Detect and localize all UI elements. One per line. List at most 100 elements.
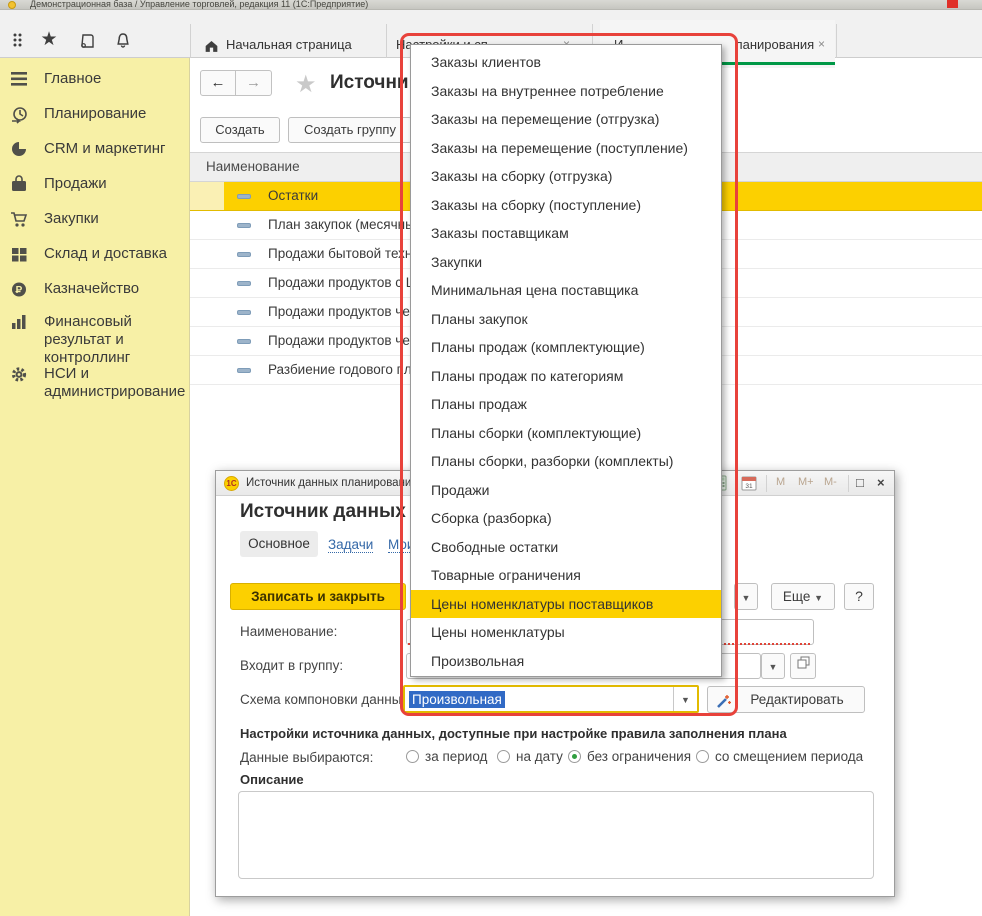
tab-divider <box>836 24 837 58</box>
create-button[interactable]: Создать <box>200 117 280 143</box>
annotation-red-marker <box>947 0 958 8</box>
sidebar: Главное Планирование CRM и маркетинг Про… <box>0 58 190 916</box>
group-dropdown-button[interactable]: ▼ <box>761 653 785 679</box>
dropdown-item[interactable]: Произвольная <box>411 647 721 676</box>
dropdown-item[interactable]: Цены номенклатуры <box>411 618 721 647</box>
dropdown-item[interactable]: Сборка (разборка) <box>411 504 721 533</box>
dropdown-item[interactable]: Закупки <box>411 248 721 277</box>
row-label: Остатки <box>268 182 318 210</box>
dropdown-item[interactable]: Заказы поставщикам <box>411 219 721 248</box>
sidebar-item-label: Склад и доставка <box>44 245 184 263</box>
dropdown-item[interactable]: Планы продаж (комплектующие) <box>411 333 721 362</box>
radio-circle <box>696 750 709 763</box>
tab-sources-close-icon[interactable]: × <box>818 37 825 51</box>
sidebar-item-label: Главное <box>44 70 184 88</box>
more-button[interactable]: Еще ▼ <box>771 583 835 610</box>
dropdown-item[interactable]: Планы сборки, разборки (комплекты) <box>411 447 721 476</box>
radio-circle-selected <box>568 750 581 763</box>
dropdown-item[interactable]: Заказы на внутреннее потребление <box>411 77 721 106</box>
dropdown-item[interactable]: Заказы на сборку (отгрузка) <box>411 162 721 191</box>
dialog-tab-main[interactable]: Основное <box>240 531 318 557</box>
favorite-star-icon[interactable]: ★ <box>295 70 317 99</box>
tab-home-label: Начальная страница <box>226 37 352 52</box>
memory-plus-button[interactable]: M+ <box>798 476 814 488</box>
data-select-label: Данные выбираются: <box>240 750 373 765</box>
save-and-close-button[interactable]: Записать и закрыть <box>230 583 406 610</box>
dropdown-item[interactable]: Минимальная цена поставщика <box>411 276 721 305</box>
data-source-icon <box>237 194 251 199</box>
1c-logo-icon: 1С <box>224 476 239 491</box>
edit-scheme-label: Редактировать <box>750 692 843 707</box>
scheme-dropdown-button[interactable]: ▼ <box>673 687 697 711</box>
tab-home[interactable]: Начальная страница <box>192 20 384 68</box>
dropdown-item[interactable]: Заказы на перемещение (поступление) <box>411 134 721 163</box>
service-menu-icon[interactable] <box>8 32 30 54</box>
row-label: Продажи продуктов чер <box>268 327 417 355</box>
scheme-combobox[interactable]: Произвольная ▼ <box>403 685 699 713</box>
dialog-heading: Источник данных пл <box>240 501 435 523</box>
radio-period[interactable]: за период <box>406 749 487 764</box>
page-title: Источни <box>330 72 409 94</box>
sidebar-item-label: НСИ и администрирование <box>44 365 184 401</box>
toolbar-divider <box>190 24 191 58</box>
row-label: План закупок (месячны <box>268 211 415 239</box>
window-title: Демонстрационная база / Управление торго… <box>30 0 368 9</box>
dropdown-item[interactable]: Планы закупок <box>411 305 721 334</box>
sidebar-item-label: CRM и маркетинг <box>44 140 184 158</box>
dialog-tab-tasks[interactable]: Задачи <box>328 537 373 553</box>
description-label: Описание <box>240 772 304 787</box>
sidebar-item-label: Продажи <box>44 175 184 193</box>
close-icon[interactable]: × <box>877 475 885 490</box>
row-label: Продажи продуктов чер <box>268 298 417 326</box>
home-icon <box>204 39 219 56</box>
history-icon[interactable] <box>76 32 98 54</box>
dropdown-item[interactable]: Товарные ограничения <box>411 561 721 590</box>
dropdown-item[interactable]: Заказы на перемещение (отгрузка) <box>411 105 721 134</box>
forward-button[interactable]: → <box>236 70 272 96</box>
radio-label: со смещением периода <box>715 749 863 764</box>
sidebar-item-label: Казначейство <box>44 280 184 298</box>
memory-button[interactable]: M <box>776 476 785 488</box>
row-label: Разбиение годового пл <box>268 356 412 384</box>
help-button[interactable]: ? <box>844 583 874 610</box>
maximize-icon[interactable]: □ <box>856 475 864 490</box>
notifications-bell-icon[interactable] <box>112 32 134 54</box>
more-button-label: Еще <box>783 589 810 604</box>
scheme-dropdown-list: Заказы клиентов Заказы на внутреннее пот… <box>410 44 722 677</box>
group-open-button[interactable] <box>790 653 816 679</box>
radio-circle <box>406 750 419 763</box>
calendar-icon[interactable]: 31 <box>741 475 757 494</box>
scheme-field-label: Схема компоновки данных: <box>240 692 412 707</box>
toolbar-split-caret-button[interactable]: ▼ <box>734 583 758 610</box>
radio-date[interactable]: на дату <box>497 749 563 764</box>
dropdown-item-highlighted[interactable]: Цены номенклатуры поставщиков <box>411 590 721 619</box>
create-group-button[interactable]: Создать группу <box>288 117 412 143</box>
radio-no-limit[interactable]: без ограничения <box>568 749 691 764</box>
data-source-icon <box>237 252 251 257</box>
app-logo-icon <box>8 1 16 9</box>
dropdown-item[interactable]: Планы сборки (комплектующие) <box>411 419 721 448</box>
radio-period-shift[interactable]: со смещением периода <box>696 749 863 764</box>
settings-section-heading: Настройки источника данных, доступные пр… <box>240 726 787 741</box>
dropdown-item[interactable]: Заказы клиентов <box>411 48 721 77</box>
radio-label: на дату <box>516 749 563 764</box>
data-source-icon <box>237 368 251 373</box>
titlebar-divider <box>848 475 849 492</box>
edit-scheme-button[interactable]: Редактировать <box>707 686 865 713</box>
sidebar-item-label: Закупки <box>44 210 184 228</box>
dropdown-item[interactable]: Продажи <box>411 476 721 505</box>
magic-wand-icon <box>716 692 732 717</box>
tab-sources-label-suffix: ланирования <box>735 37 814 52</box>
scheme-selected-value: Произвольная <box>409 691 505 708</box>
titlebar-divider <box>766 475 767 492</box>
row-label: Продажи продуктов с L <box>268 269 413 297</box>
svg-text:31: 31 <box>745 483 753 490</box>
dropdown-item[interactable]: Заказы на сборку (поступление) <box>411 191 721 220</box>
favorites-star-icon[interactable]: ★ <box>38 28 60 50</box>
memory-minus-button[interactable]: M- <box>824 476 837 488</box>
dropdown-item[interactable]: Свободные остатки <box>411 533 721 562</box>
dropdown-item[interactable]: Планы продаж <box>411 390 721 419</box>
description-textarea[interactable] <box>238 791 874 879</box>
dropdown-item[interactable]: Планы продаж по категориям <box>411 362 721 391</box>
back-button[interactable]: ← <box>200 70 236 96</box>
